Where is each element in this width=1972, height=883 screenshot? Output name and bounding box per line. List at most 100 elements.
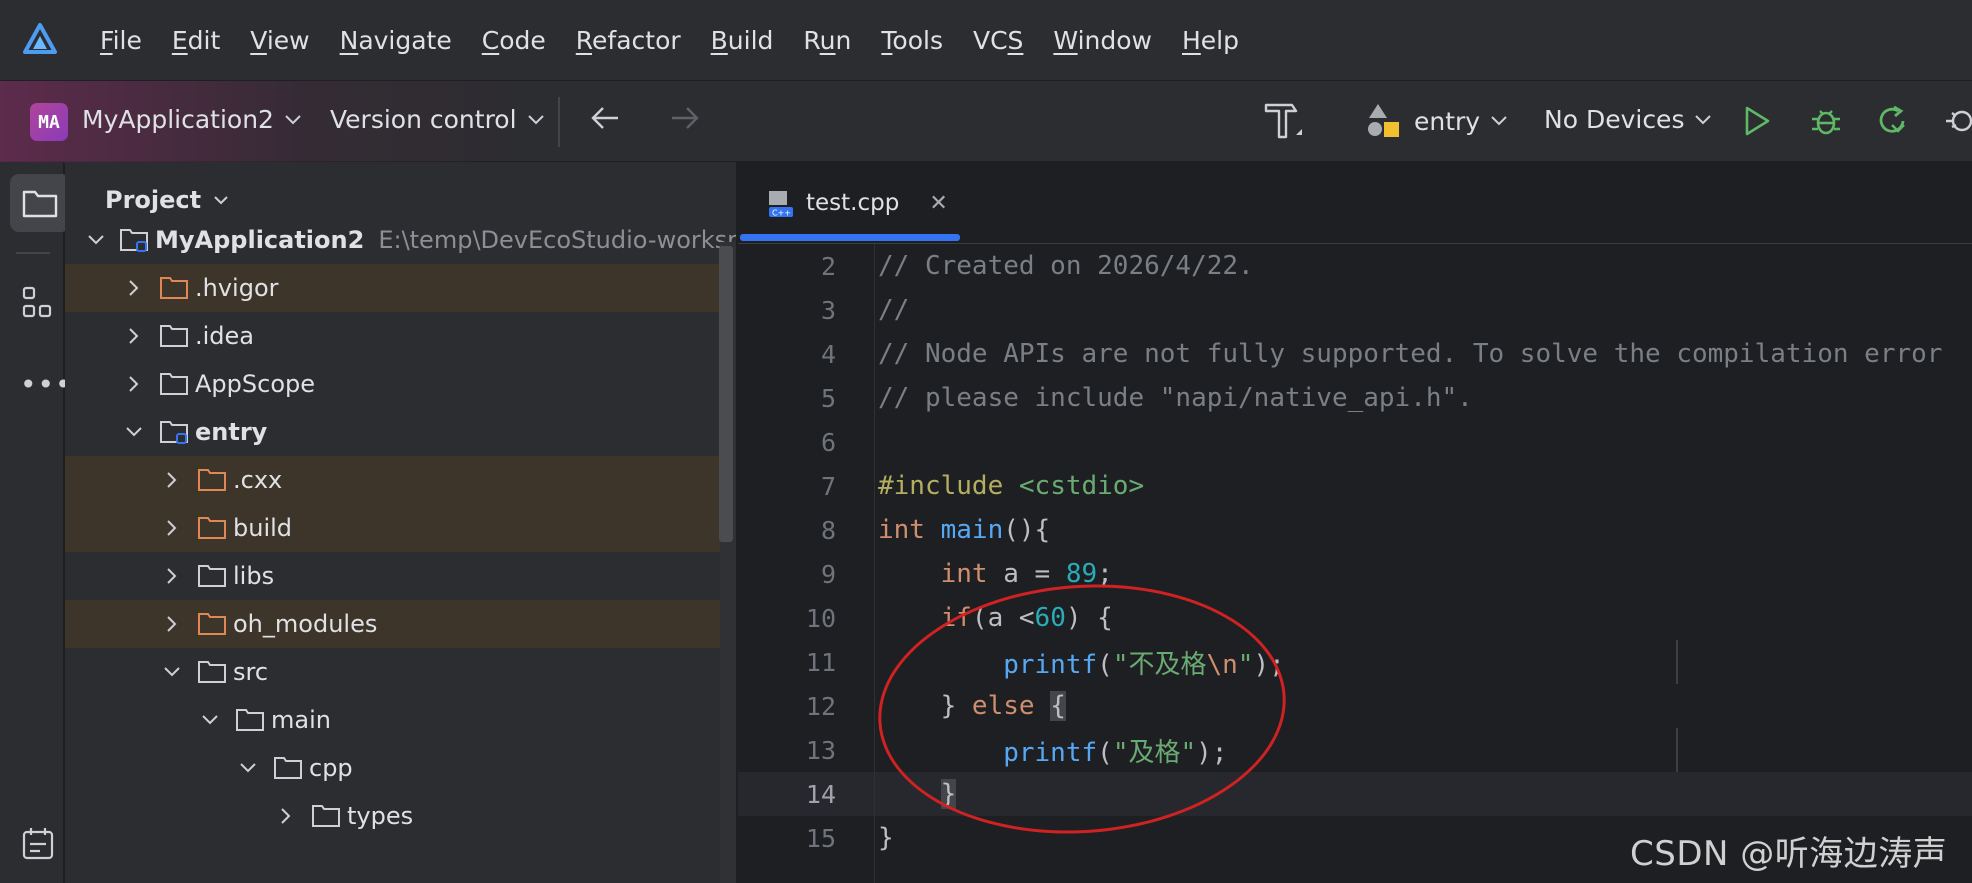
code-line: 6 <box>738 420 1972 464</box>
version-control-selector[interactable]: Version control <box>330 105 545 134</box>
tree-item-appscope[interactable]: AppScope <box>65 360 720 408</box>
menu-view[interactable]: View <box>250 26 309 55</box>
code-line: 9 int a = 89; <box>738 552 1972 596</box>
tree-item-build[interactable]: build <box>65 504 720 552</box>
menu-window[interactable]: Window <box>1053 26 1152 55</box>
todo-tool-button[interactable] <box>22 826 54 864</box>
module-selector[interactable]: entry <box>1364 101 1508 141</box>
chevron-right-icon[interactable] <box>123 373 145 395</box>
build-button[interactable] <box>1262 99 1304 143</box>
project-name-label: MyApplication2 <box>82 105 274 134</box>
tree-item-src[interactable]: src <box>65 648 720 696</box>
toolbar-separator <box>558 97 560 147</box>
tree-item-cxx[interactable]: .cxx <box>65 456 720 504</box>
settings-bug-icon <box>1946 110 1972 132</box>
project-view-selector[interactable]: Project <box>105 186 229 214</box>
menu-file[interactable]: File <box>100 26 142 55</box>
device-selector[interactable]: No Devices <box>1544 105 1712 134</box>
code-text: // <box>878 295 910 325</box>
chevron-down-icon[interactable] <box>237 757 259 779</box>
bug-icon <box>1812 110 1840 135</box>
module-label: entry <box>1414 106 1481 136</box>
code-line: 5 // please include "napi/native_api.h". <box>738 376 1972 420</box>
folder-icon <box>22 190 58 218</box>
menu-bar: File Edit View Navigate Code Refactor Bu… <box>0 0 1972 80</box>
arrow-right-icon <box>672 107 699 129</box>
tree-label: src <box>233 658 269 686</box>
tree-item-root[interactable]: MyApplication2 E:\temp\DevEcoStudio-work… <box>65 216 736 264</box>
profiler-button[interactable] <box>1944 103 1972 139</box>
tree-label: entry <box>195 418 268 446</box>
code-line: 7 #include <cstdio> <box>738 464 1972 508</box>
menu-edit[interactable]: Edit <box>172 26 220 55</box>
tree-item-idea[interactable]: .idea <box>65 312 720 360</box>
cpp-file-icon: C++ <box>769 191 793 218</box>
chevron-right-icon[interactable] <box>161 517 183 539</box>
apply-changes-button[interactable] <box>1874 103 1910 139</box>
menu-help[interactable]: Help <box>1182 26 1239 55</box>
chevron-down-icon <box>527 114 544 124</box>
menu-tools[interactable]: Tools <box>881 26 943 55</box>
line-number: 10 <box>805 603 836 633</box>
line-number: 14 <box>805 779 836 809</box>
chevron-right-icon[interactable] <box>161 469 183 491</box>
chevron-down-icon[interactable] <box>123 421 145 443</box>
line-number: 13 <box>805 735 836 765</box>
chevron-down-icon[interactable] <box>161 661 183 683</box>
project-selector[interactable]: MyApplication2 <box>82 105 302 134</box>
tree-item-cpp[interactable]: cpp <box>65 744 720 792</box>
run-button[interactable] <box>1740 103 1774 139</box>
chevron-down-icon <box>214 195 228 204</box>
line-number: 11 <box>805 647 836 677</box>
chevron-right-icon[interactable] <box>123 277 145 299</box>
code-text: int main(){ <box>878 515 1051 545</box>
chevron-right-icon[interactable] <box>161 613 183 635</box>
tree-label: build <box>233 514 293 542</box>
tab-test-cpp[interactable]: C++ test.cpp ✕ <box>738 162 960 244</box>
line-number: 6 <box>820 427 836 457</box>
close-icon[interactable]: ✕ <box>929 191 947 216</box>
project-tool-button[interactable] <box>10 174 70 232</box>
menu-build[interactable]: Build <box>711 26 774 55</box>
editor-tab-bar: C++ test.cpp ✕ <box>738 162 1972 244</box>
tree-label: .hvigor <box>195 274 279 302</box>
line-number: 2 <box>820 251 836 281</box>
tree-item-main[interactable]: main <box>65 696 720 744</box>
panel-scrollbar-thumb[interactable] <box>719 246 733 542</box>
tree-item-hvigor[interactable]: .hvigor <box>65 264 720 312</box>
tree-label: libs <box>233 562 275 590</box>
line-number: 12 <box>805 691 836 721</box>
menu-code[interactable]: Code <box>482 26 546 55</box>
line-number: 3 <box>820 295 836 325</box>
tree-item-types[interactable]: types <box>65 792 720 840</box>
menu-navigate[interactable]: Navigate <box>340 26 452 55</box>
menu-vcs[interactable]: VCS <box>973 26 1023 55</box>
debug-button[interactable] <box>1808 103 1844 139</box>
tree-item-entry[interactable]: entry <box>65 408 720 456</box>
structure-tool-button[interactable] <box>22 286 54 324</box>
menu-refactor[interactable]: Refactor <box>576 26 681 55</box>
tree-path: E:\temp\DevEcoStudio-worksp <box>378 226 737 254</box>
chevron-down-icon[interactable] <box>87 229 105 251</box>
chevron-down-icon[interactable] <box>199 709 221 731</box>
chevron-right-icon[interactable] <box>123 325 145 347</box>
tree-label: AppScope <box>195 370 315 398</box>
strip-divider <box>16 252 50 254</box>
back-button[interactable] <box>588 101 622 135</box>
tree-item-oh-modules[interactable]: oh_modules <box>65 600 720 648</box>
project-tree: MyApplication2 E:\temp\DevEcoStudio-work… <box>65 216 736 840</box>
project-panel: Project MyApplication2 E:\temp\DevEcoStu… <box>65 162 737 883</box>
project-avatar[interactable]: MA <box>30 103 68 141</box>
tree-item-libs[interactable]: libs <box>65 552 720 600</box>
menu-run[interactable]: Run <box>803 26 851 55</box>
panel-title: Project <box>105 186 202 214</box>
line-number: 15 <box>805 823 836 853</box>
forward-button[interactable] <box>668 101 702 135</box>
code-line: 8 int main(){ <box>738 508 1972 552</box>
chevron-right-icon[interactable] <box>275 805 297 827</box>
folder-icon <box>235 707 265 733</box>
tree-label: MyApplication2 <box>155 226 365 254</box>
chevron-right-icon[interactable] <box>161 565 183 587</box>
code-line: 10 if(a <60) { <box>738 596 1972 640</box>
chevron-down-icon <box>1695 114 1712 124</box>
